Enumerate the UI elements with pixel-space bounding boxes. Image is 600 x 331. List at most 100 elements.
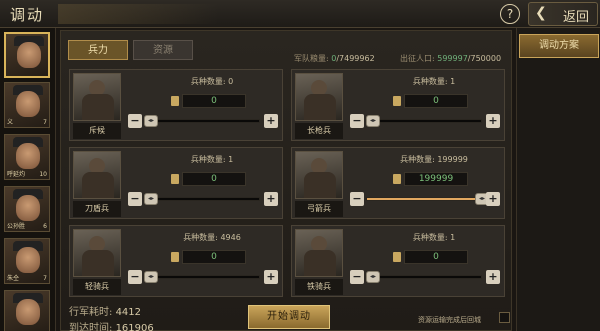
unit-name: 斥候 [73, 123, 121, 139]
help-icon[interactable]: ? [500, 4, 520, 24]
general-level: 7 [43, 275, 47, 282]
unit-count: 兵种数量: 1 [152, 154, 272, 165]
food-label: 军队粮量: [294, 54, 332, 63]
arrive-time: 到达时间: 161906 [69, 319, 154, 331]
march-time: 行军耗时: 4412 [69, 303, 141, 318]
general-avatar[interactable] [4, 290, 50, 331]
unit-count-value: 1 [450, 233, 456, 242]
decrease-button[interactable]: − [350, 270, 364, 284]
general-avatar[interactable]: 朱仝 7 [4, 238, 50, 284]
troop-icon [393, 174, 401, 184]
decrease-button[interactable]: − [350, 114, 364, 128]
decrease-button[interactable]: − [128, 270, 142, 284]
decrease-button[interactable]: − [128, 114, 142, 128]
unit-portrait [73, 229, 121, 277]
unit-card: 铁骑兵 兵种数量: 1 0 − ◂▸ + [291, 225, 505, 297]
increase-button[interactable]: + [264, 270, 278, 284]
unit-count-value: 1 [228, 155, 234, 164]
unit-count: 兵种数量: 4946 [152, 232, 272, 243]
unit-amount-input[interactable]: 0 [182, 172, 246, 186]
decrease-button[interactable]: − [128, 192, 142, 206]
unit-slider[interactable] [144, 197, 260, 201]
auto-return-label: 资源运输完成后回城 [418, 316, 481, 324]
increase-button[interactable]: + [486, 192, 500, 206]
unit-body-icon [304, 94, 336, 120]
general-avatar[interactable]: 呼延灼 10 [4, 134, 50, 180]
unit-count: 兵种数量: 199999 [374, 154, 494, 165]
unit-slider[interactable] [366, 197, 483, 201]
troop-panel: 兵力 资源 军队粮量: 0/7499962 出征人口: 599997/75000… [60, 30, 512, 331]
unit-amount-input[interactable]: 0 [182, 250, 246, 264]
increase-button[interactable]: + [486, 114, 500, 128]
unit-name: 轻骑兵 [73, 279, 121, 295]
pop-used: 599997 [437, 54, 468, 63]
unit-count-label: 兵种数量: [190, 77, 229, 86]
unit-slider[interactable] [366, 119, 482, 123]
troop-icon [171, 174, 179, 184]
unit-slider[interactable] [366, 275, 482, 279]
general-level: 10 [39, 171, 47, 178]
tab-resources[interactable]: 资源 [133, 40, 193, 60]
general-avatar-selected[interactable] [4, 32, 50, 78]
unit-name: 长枪兵 [295, 123, 343, 139]
auto-return-checkbox[interactable] [499, 312, 510, 323]
slider-handle-icon[interactable]: ◂▸ [144, 193, 158, 205]
unit-portrait [73, 73, 121, 121]
top-bar: 调动 ? ❮ 返回 [0, 0, 600, 28]
general-name: 朱仝 [7, 275, 20, 282]
face-icon [16, 299, 40, 325]
tab-troops[interactable]: 兵力 [68, 40, 128, 60]
food-total: /7499962 [336, 54, 375, 63]
unit-count: 兵种数量: 0 [152, 76, 272, 87]
unit-amount-input[interactable]: 0 [182, 94, 246, 108]
unit-amount-input[interactable]: 0 [404, 94, 468, 108]
unit-slider[interactable] [144, 119, 260, 123]
slider-handle-icon[interactable]: ◂▸ [366, 271, 380, 283]
unit-portrait [295, 73, 343, 121]
unit-count-label: 兵种数量: [412, 233, 451, 242]
unit-count-value: 199999 [437, 155, 468, 164]
increase-button[interactable]: + [264, 192, 278, 206]
page-title: 调动 [10, 6, 45, 24]
general-list: 义 7 呼延灼 10 公孙胜 6 朱仝 7 [0, 28, 56, 331]
unit-body-icon [82, 250, 114, 276]
unit-card: 刀盾兵 兵种数量: 1 0 − ◂▸ + [69, 147, 283, 219]
unit-body-icon [82, 94, 114, 120]
unit-count-label: 兵种数量: [412, 77, 451, 86]
unit-portrait [73, 151, 121, 199]
troop-icon [393, 96, 401, 106]
unit-card: 斥候 兵种数量: 0 0 − ◂▸ + [69, 69, 283, 141]
general-avatar[interactable]: 公孙胜 6 [4, 186, 50, 232]
slider-handle-icon[interactable]: ◂▸ [144, 115, 158, 127]
face-icon [16, 91, 40, 117]
face-icon [16, 195, 40, 221]
decrease-button[interactable]: − [350, 192, 364, 206]
unit-amount-input[interactable]: 199999 [404, 172, 468, 186]
right-panel: 调动方案 [516, 28, 600, 331]
general-avatar[interactable]: 义 7 [4, 82, 50, 128]
troop-icon [171, 96, 179, 106]
unit-count-value: 1 [450, 77, 456, 86]
increase-button[interactable]: + [264, 114, 278, 128]
unit-name: 弓箭兵 [295, 201, 343, 217]
unit-body-icon [82, 172, 114, 198]
start-dispatch-button[interactable]: 开始调动 [248, 305, 330, 329]
march-value: 4412 [115, 307, 142, 318]
dispatch-plan-button[interactable]: 调动方案 [519, 34, 599, 58]
general-name: 公孙胜 [7, 223, 26, 230]
unit-name: 刀盾兵 [73, 201, 121, 217]
unit-body-icon [304, 172, 336, 198]
back-arrow-icon: ❮ [535, 5, 547, 21]
unit-portrait [295, 151, 343, 199]
slider-handle-icon[interactable]: ◂▸ [144, 271, 158, 283]
unit-portrait [295, 229, 343, 277]
pop-stat: 出征人口: 599997/750000 [400, 53, 501, 64]
march-label: 行军耗时: [69, 307, 116, 318]
pop-label: 出征人口: [400, 54, 438, 63]
face-icon [16, 143, 40, 169]
back-button[interactable]: ❮ 返回 [528, 2, 598, 26]
increase-button[interactable]: + [486, 270, 500, 284]
unit-amount-input[interactable]: 0 [404, 250, 468, 264]
slider-handle-icon[interactable]: ◂▸ [366, 115, 380, 127]
unit-slider[interactable] [144, 275, 260, 279]
